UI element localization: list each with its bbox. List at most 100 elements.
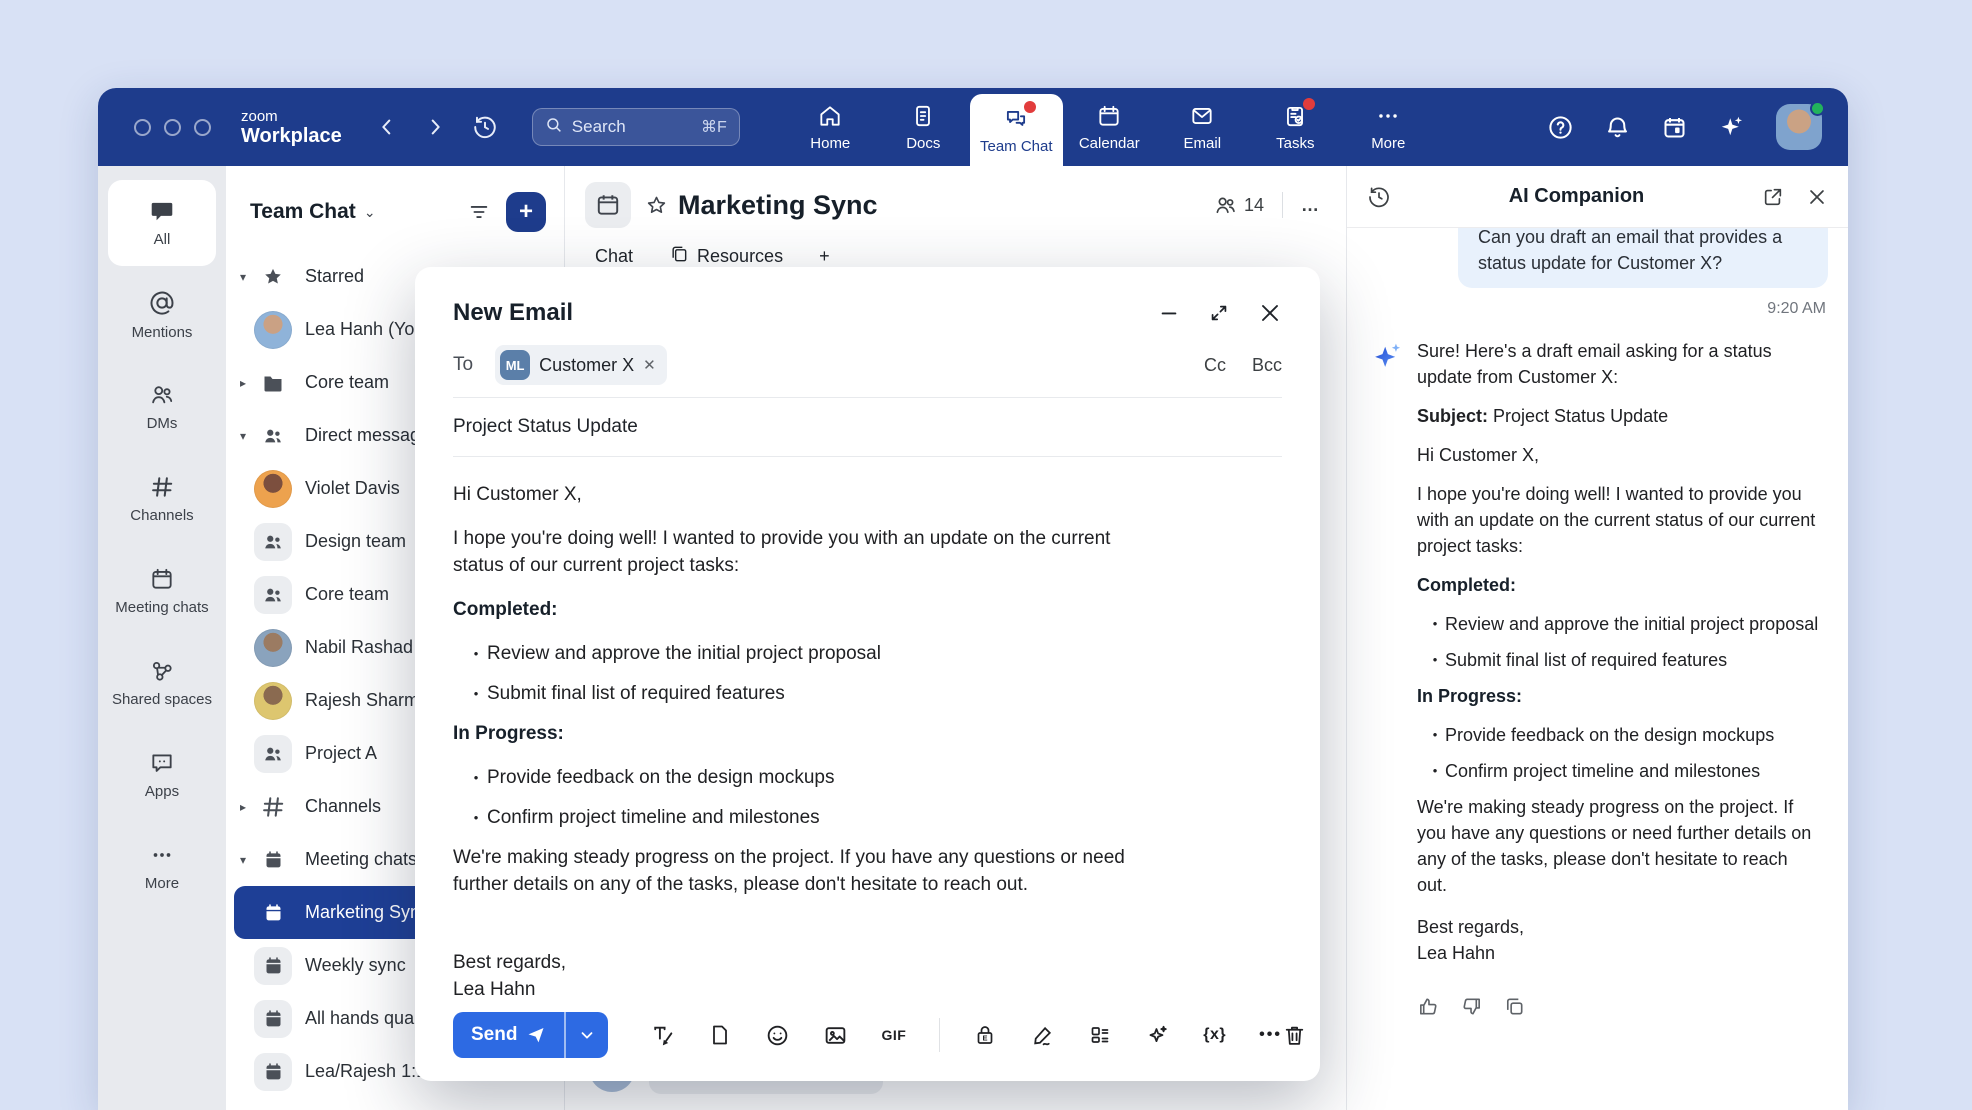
rail-item-meeting-chats[interactable]: Meeting chats <box>108 548 216 634</box>
filter-icon[interactable] <box>468 201 490 223</box>
help-icon[interactable] <box>1547 114 1574 141</box>
minimize-icon[interactable] <box>1158 302 1180 324</box>
folder-icon <box>254 364 292 402</box>
forward-icon[interactable] <box>424 116 446 138</box>
expand-icon[interactable] <box>1208 302 1230 324</box>
recipient-chip[interactable]: ML Customer X ✕ <box>495 345 667 385</box>
member-count: 14 <box>1244 195 1264 216</box>
people-icon <box>149 382 175 408</box>
text-block: •Confirm project timeline and milestones <box>453 804 1163 831</box>
copy-icon[interactable] <box>1503 995 1526 1018</box>
text-block: •Submit final list of required features <box>453 680 1163 707</box>
channel-more-icon[interactable]: … <box>1301 195 1322 216</box>
nav-tab-home[interactable]: Home <box>784 88 877 166</box>
members-button[interactable]: 14 <box>1214 194 1264 217</box>
recipient-name: Customer X <box>539 355 634 376</box>
text-block: •Confirm project timeline and milestones <box>1417 758 1822 784</box>
calendar-mini-icon[interactable] <box>1661 114 1688 141</box>
window-controls[interactable] <box>134 119 211 136</box>
avatar <box>254 470 292 508</box>
nav-tab-more[interactable]: More <box>1342 88 1435 166</box>
open-in-new-icon[interactable] <box>1762 186 1784 208</box>
subject-input[interactable]: Project Status Update <box>453 398 1282 456</box>
meeting-icon <box>254 894 292 932</box>
nav-tab-docs[interactable]: Docs <box>877 88 970 166</box>
thumbs-up-icon[interactable] <box>1417 995 1440 1018</box>
image-icon[interactable] <box>823 1023 848 1048</box>
meeting-icon <box>254 1053 292 1091</box>
cc-button[interactable]: Cc <box>1204 355 1226 376</box>
dots-icon <box>149 842 175 868</box>
form-layout-icon[interactable] <box>1088 1023 1112 1047</box>
rail-item-dms[interactable]: DMs <box>108 364 216 450</box>
text-block: Completed: <box>1417 572 1822 598</box>
channel-calendar-icon <box>585 182 631 228</box>
chat-filled-icon <box>149 198 175 224</box>
thumbs-down-icon[interactable] <box>1460 995 1483 1018</box>
discard-draft-icon[interactable] <box>1282 1023 1307 1048</box>
remove-recipient-icon[interactable]: ✕ <box>643 356 656 374</box>
rail-item-mentions[interactable]: Mentions <box>108 272 216 358</box>
text-block: We're making steady progress on the proj… <box>1417 794 1822 898</box>
text-block: Completed: <box>453 596 1163 623</box>
signature-icon[interactable] <box>1030 1023 1055 1048</box>
rail-item-more[interactable]: More <box>108 824 216 910</box>
chat-list-title-dropdown[interactable]: Team Chat⌄ <box>250 200 376 224</box>
rail-item-channels[interactable]: Channels <box>108 456 216 542</box>
badge-dot <box>1024 101 1036 113</box>
user-avatar[interactable] <box>1776 104 1822 150</box>
gif-icon[interactable]: GIF <box>881 1027 906 1043</box>
user-prompt-bubble: Can you draft an email that provides a s… <box>1458 228 1828 288</box>
search-input[interactable]: Search ⌘F <box>532 108 740 146</box>
rail-item-all[interactable]: All <box>108 180 216 266</box>
text-block: In Progress: <box>1417 683 1822 709</box>
to-label: To <box>453 354 473 376</box>
variable-icon[interactable]: {x} <box>1203 1026 1226 1044</box>
nav-tab-team-chat[interactable]: Team Chat <box>970 94 1063 166</box>
caret-icon: ▸ <box>234 376 252 390</box>
bcc-button[interactable]: Bcc <box>1252 355 1282 376</box>
text-block: I hope you're doing well! I wanted to pr… <box>1417 481 1822 559</box>
nav-tab-email[interactable]: Email <box>1156 88 1249 166</box>
email-body-editor[interactable]: Hi Customer X,I hope you're doing well! … <box>453 457 1163 1003</box>
back-icon[interactable] <box>376 116 398 138</box>
history-icon[interactable] <box>472 114 498 140</box>
badge-dot <box>1303 98 1315 110</box>
emoji-icon[interactable] <box>765 1023 790 1048</box>
tab-chat[interactable]: Chat <box>595 246 633 267</box>
notifications-icon[interactable] <box>1604 114 1631 141</box>
text-block: Best regards, Lea Hahn <box>1417 914 1822 966</box>
send-button[interactable]: Send <box>453 1012 564 1058</box>
tab-add[interactable]: + <box>819 246 830 267</box>
team-chat-icon <box>1003 105 1029 133</box>
format-text-icon[interactable] <box>650 1023 675 1048</box>
ai-compose-icon[interactable] <box>1145 1023 1170 1048</box>
rail-item-shared-spaces[interactable]: Shared spaces <box>108 640 216 726</box>
caret-icon: ▾ <box>234 429 252 443</box>
star-icon[interactable] <box>645 194 668 217</box>
new-chat-button[interactable]: + <box>506 192 546 232</box>
toolbar-more-icon[interactable]: ••• <box>1259 1026 1282 1044</box>
text-block: Subject: Project Status Update <box>1417 403 1822 429</box>
text-block: Hi Customer X, <box>1417 442 1822 468</box>
attach-file-icon[interactable] <box>708 1023 732 1047</box>
ai-close-icon[interactable] <box>1806 186 1828 208</box>
share-icon <box>149 658 175 684</box>
rail-item-apps[interactable]: Apps <box>108 732 216 818</box>
ai-history-icon[interactable] <box>1367 185 1391 209</box>
send-options-dropdown[interactable] <box>564 1012 608 1058</box>
ai-companion-icon[interactable] <box>1718 113 1746 141</box>
tab-resources[interactable]: Resources <box>669 244 783 269</box>
encrypt-icon[interactable]: E <box>973 1023 997 1047</box>
modal-close-icon[interactable] <box>1258 301 1282 325</box>
docs-icon <box>910 102 936 130</box>
chat-dots-icon <box>149 750 175 776</box>
hash-icon <box>149 474 175 500</box>
nav-tab-tasks[interactable]: Tasks <box>1249 88 1342 166</box>
nav-tab-calendar[interactable]: Calendar <box>1063 88 1156 166</box>
at-icon <box>148 289 176 317</box>
text-block: Hi Customer X, <box>453 481 1163 508</box>
avatar <box>254 311 292 349</box>
text-block: Sure! Here's a draft email asking for a … <box>1417 338 1822 390</box>
channel-title: Marketing Sync <box>678 190 878 221</box>
